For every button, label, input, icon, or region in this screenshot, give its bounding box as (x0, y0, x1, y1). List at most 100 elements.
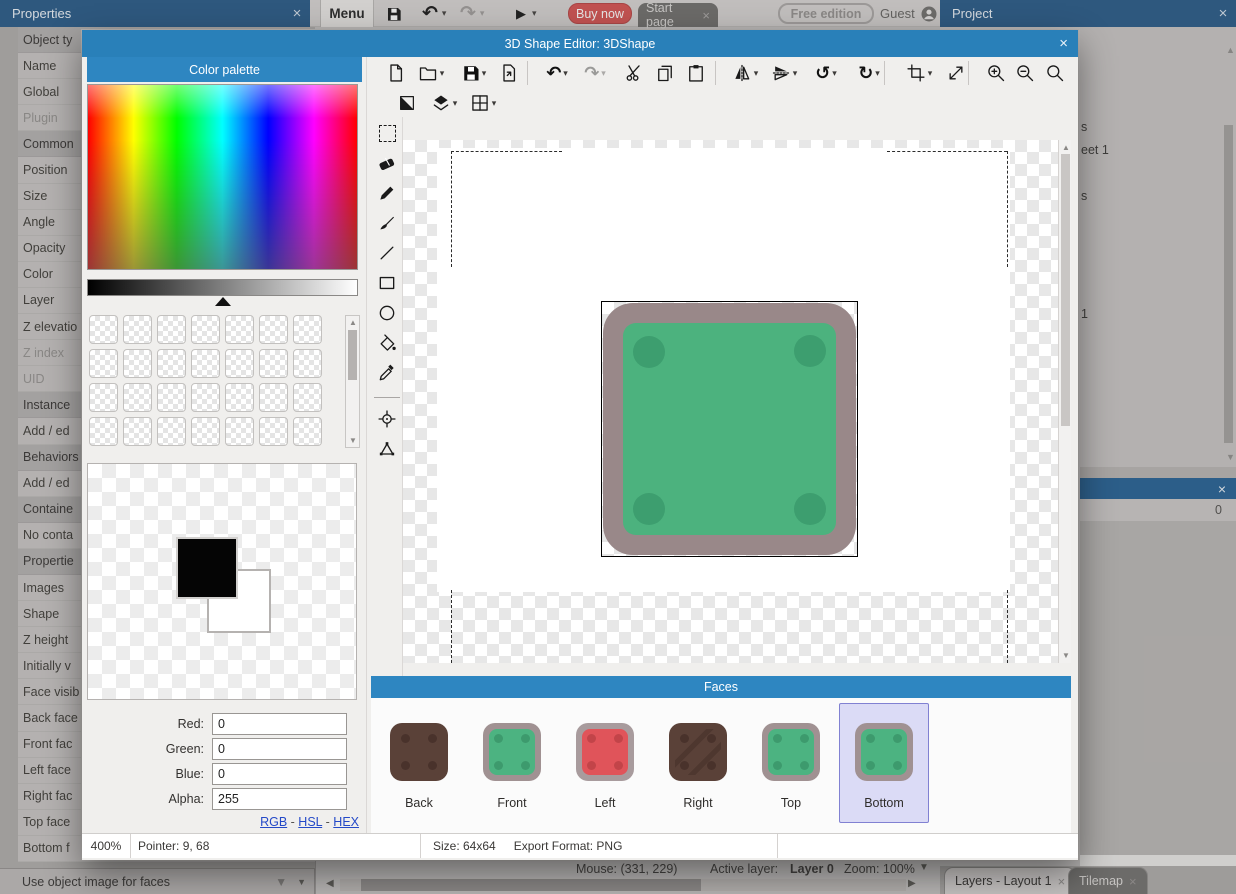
color-swatch[interactable] (157, 349, 186, 378)
close-icon[interactable]: × (1059, 35, 1068, 52)
color-swatch[interactable] (191, 417, 220, 446)
color-swatch[interactable] (89, 417, 118, 446)
close-icon[interactable]: × (702, 8, 710, 23)
horizontal-scrollbar[interactable]: ◀ ▶ (316, 876, 941, 894)
canvas-scrollbar[interactable]: ▲ ▼ (1058, 140, 1071, 663)
undo-button[interactable]: ↶▾ (422, 0, 446, 27)
tab-start-page[interactable]: Start page × (638, 3, 718, 27)
zoom-in-button[interactable] (982, 60, 1010, 86)
scrollbar-thumb[interactable] (1224, 125, 1233, 443)
eraser-tool[interactable] (375, 151, 399, 175)
project-tree-item[interactable]: s (1081, 189, 1087, 203)
slider-marker[interactable] (215, 297, 231, 306)
color-swatch[interactable] (157, 383, 186, 412)
color-field-input[interactable] (212, 788, 347, 810)
color-swatch[interactable] (123, 315, 152, 344)
close-icon[interactable]: × (1129, 874, 1137, 889)
project-tree-item[interactable]: eet 1 (1081, 143, 1109, 157)
scroll-down-icon[interactable]: ▼ (1062, 651, 1070, 660)
scrollbar-thumb[interactable] (348, 330, 357, 380)
scroll-right-icon[interactable]: ▶ (908, 878, 916, 889)
ellipse-tool[interactable] (375, 301, 399, 325)
face-item[interactable]: Left (560, 703, 650, 823)
paste-button[interactable] (682, 60, 710, 86)
color-swatch[interactable] (225, 417, 254, 446)
fill-tool[interactable] (375, 331, 399, 355)
scroll-down-icon[interactable]: ▼ (1226, 452, 1235, 462)
resize-button[interactable] (942, 60, 970, 86)
color-field-input[interactable] (212, 713, 347, 735)
face-item[interactable]: Back (374, 703, 464, 823)
chevron-down-icon[interactable]: ▼ (297, 877, 306, 887)
color-swatch[interactable] (123, 417, 152, 446)
copy-button[interactable] (651, 60, 679, 86)
canvas-image[interactable] (601, 301, 858, 557)
rectangle-tool[interactable] (375, 271, 399, 295)
close-icon[interactable]: × (1218, 481, 1226, 497)
bottom-tab[interactable]: Layers - Layout 1 × (944, 867, 1076, 894)
rotate-anticlockwise-button[interactable]: ↺▾ (806, 60, 846, 86)
face-item[interactable]: Top (746, 703, 836, 823)
open-file-button[interactable]: ▾ (411, 60, 451, 86)
palette-layers-button[interactable]: ▾ (424, 90, 464, 116)
close-icon[interactable]: × (284, 5, 310, 22)
menu-button[interactable]: Menu (320, 0, 374, 27)
hsl-link[interactable]: HSL (298, 815, 322, 829)
editor-canvas[interactable] (403, 140, 1058, 663)
color-swatch[interactable] (157, 417, 186, 446)
color-swatch[interactable] (191, 315, 220, 344)
export-image-button[interactable] (495, 60, 523, 86)
color-swatch[interactable] (89, 349, 118, 378)
free-edition-badge[interactable]: Free edition (778, 3, 874, 24)
color-swatch[interactable] (293, 383, 322, 412)
background-color-button[interactable] (393, 90, 421, 116)
brush-tool[interactable] (375, 211, 399, 235)
bottom-tab[interactable]: Tilemap × (1068, 867, 1148, 894)
color-swatch[interactable] (225, 349, 254, 378)
color-swatch[interactable] (259, 417, 288, 446)
face-item[interactable]: Front (467, 703, 557, 823)
rotate-clockwise-button[interactable]: ↻▾ (849, 60, 889, 86)
color-swatch[interactable] (191, 383, 220, 412)
color-swatch[interactable] (157, 315, 186, 344)
origin-tool[interactable] (375, 407, 399, 431)
project-tree-item[interactable]: 1 (1081, 307, 1088, 321)
scroll-up-icon[interactable]: ▲ (1226, 45, 1235, 55)
rgb-link[interactable]: RGB (260, 815, 287, 829)
flip-vertical-button[interactable]: ▾ (764, 60, 804, 86)
color-picker-tool[interactable] (375, 361, 399, 385)
color-swatch[interactable] (293, 349, 322, 378)
save-icon[interactable] (386, 0, 402, 27)
color-field-input[interactable] (212, 738, 347, 760)
swatch-scrollbar[interactable]: ▲ ▼ (345, 315, 360, 448)
flip-horizontal-button[interactable]: ▾ (725, 60, 765, 86)
pencil-tool[interactable] (375, 181, 399, 205)
color-swatch[interactable] (225, 383, 254, 412)
color-swatch[interactable] (225, 315, 254, 344)
rectangle-select-tool[interactable] (375, 121, 399, 145)
scrollbar-thumb[interactable] (1061, 154, 1070, 426)
crop-button[interactable]: ▾ (899, 60, 939, 86)
undo-button[interactable]: ↶▾ (537, 60, 577, 86)
image-points-tool[interactable] (375, 437, 399, 461)
color-swatch[interactable] (89, 315, 118, 344)
face-item[interactable]: Bottom (839, 703, 929, 823)
color-swatch[interactable] (293, 315, 322, 344)
scroll-up-icon[interactable]: ▲ (349, 318, 357, 327)
buy-now-button[interactable]: Buy now (568, 3, 632, 24)
scroll-left-icon[interactable]: ◀ (326, 878, 334, 889)
color-swatch[interactable] (123, 349, 152, 378)
redo-button[interactable]: ↷▾ (575, 60, 615, 86)
cut-button[interactable] (620, 60, 648, 86)
color-gradient-picker[interactable] (87, 84, 358, 270)
close-icon[interactable]: × (1210, 5, 1236, 22)
color-swatch[interactable] (259, 383, 288, 412)
hex-link[interactable]: HEX (333, 815, 359, 829)
close-icon[interactable]: × (1058, 874, 1066, 889)
play-button[interactable]: ▶▾ (516, 0, 537, 27)
color-swatch[interactable] (191, 349, 220, 378)
zoom-reset-button[interactable] (1041, 60, 1069, 86)
scrollbar-thumb[interactable] (361, 879, 701, 891)
color-swatch[interactable] (293, 417, 322, 446)
redo-button[interactable]: ↷▾ (460, 0, 484, 27)
